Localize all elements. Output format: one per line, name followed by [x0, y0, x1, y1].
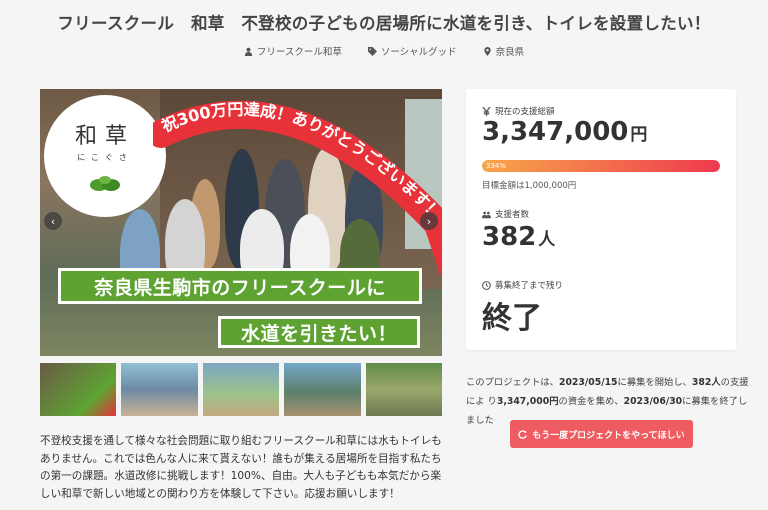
hero-image[interactable]: 和草 にこぐさ 祝300万円達成！ありがとうございます！ 奈良県生駒市のフリース… [40, 89, 442, 356]
summary-text-2: に募集を開始し、 [617, 377, 692, 388]
stats-panel: 現在の支援総額 3,347,000 円 334% 目標金額は1,000,000円 … [466, 89, 736, 350]
summary-amount: 3,347,000円 [496, 396, 559, 407]
clock-icon [482, 280, 491, 290]
total-amount-row: 3,347,000 円 [482, 117, 647, 147]
remaining-label: 募集終了まで残り [495, 281, 564, 291]
progress-fill [482, 160, 720, 172]
summary-supporter-count: 382人 [691, 377, 721, 388]
project-title: フリースクール 和草 不登校の子どもの居場所に水道を引き、トイレを設置したい！ [57, 14, 711, 33]
thumbnail-1[interactable] [40, 363, 117, 416]
summary-end-date: 2023/06/30 [623, 396, 683, 407]
hero-banner-line1: 奈良県生駒市のフリースクールに [58, 268, 422, 304]
location-link[interactable]: 奈良県 [483, 44, 525, 58]
remaining-row: 終了 [482, 293, 542, 337]
map-pin-icon [484, 46, 491, 56]
total-amount: 3,347,000 [482, 117, 629, 147]
category-link[interactable]: ソーシャルグッド [367, 44, 457, 58]
thumbnail-5[interactable] [365, 363, 443, 416]
user-icon [244, 47, 252, 56]
logo-main-text: 和草 [74, 123, 135, 149]
chevron-right-icon: › [426, 214, 432, 228]
supporters-row: 382 人 [482, 222, 555, 252]
thumbnail-strip [40, 363, 443, 416]
leaf-icon [90, 175, 120, 191]
hero-banner-line2: 水道を引きたい！ [218, 316, 420, 348]
total-label: 現在の支援総額 [495, 107, 555, 117]
thumbnail-3[interactable] [202, 363, 280, 416]
supporters-count: 382 [482, 222, 537, 252]
school-logo: 和草 にこぐさ [44, 95, 166, 217]
project-meta: フリースクール和草 ソーシャルグッド 奈良県 [0, 44, 768, 58]
progress-percent: 334% [486, 162, 507, 170]
refresh-icon [518, 429, 528, 439]
project-description: 不登校支援を通して様々な社会問題に取り組むフリースクール和草には水もトイレもあり… [40, 435, 442, 500]
users-icon [482, 211, 491, 218]
owner-name: フリースクール和草 [256, 47, 342, 58]
progress-bar: 334% [482, 160, 720, 172]
location-name: 奈良県 [495, 47, 525, 58]
remaining-value: 終了 [482, 301, 542, 336]
yen-icon [482, 106, 491, 116]
request-again-label: もう一度プロジェクトをやってほしい [532, 430, 685, 441]
owner-link[interactable]: フリースクール和草 [244, 44, 342, 58]
goal-amount: 目標金額は1,000,000円 [482, 181, 577, 191]
total-label-row: 現在の支援総額 [482, 105, 555, 117]
remaining-label-row: 募集終了まで残り [482, 279, 563, 291]
thumbnail-4[interactable] [284, 363, 361, 416]
chevron-left-icon: ‹ [50, 214, 56, 228]
supporters-unit: 人 [538, 230, 556, 250]
summary-text-1: このプロジェクトは、 [466, 377, 559, 388]
summary-start-date: 2023/05/15 [558, 377, 618, 388]
tag-icon [367, 46, 377, 56]
request-again-button[interactable]: もう一度プロジェクトをやってほしい [510, 420, 693, 448]
carousel-next-button[interactable]: › [420, 212, 438, 230]
celebration-ribbon: 祝300万円達成！ありがとうございます！ [153, 100, 442, 278]
logo-sub-text: にこぐさ [77, 152, 133, 162]
carousel-prev-button[interactable]: ‹ [44, 212, 62, 230]
total-unit: 円 [630, 125, 648, 145]
category-name: ソーシャルグッド [380, 47, 457, 58]
summary-text-4: の資金を集め、 [558, 396, 624, 407]
supporters-label: 支援者数 [495, 210, 530, 220]
thumbnail-2[interactable] [121, 363, 198, 416]
supporters-label-row: 支援者数 [482, 208, 529, 220]
